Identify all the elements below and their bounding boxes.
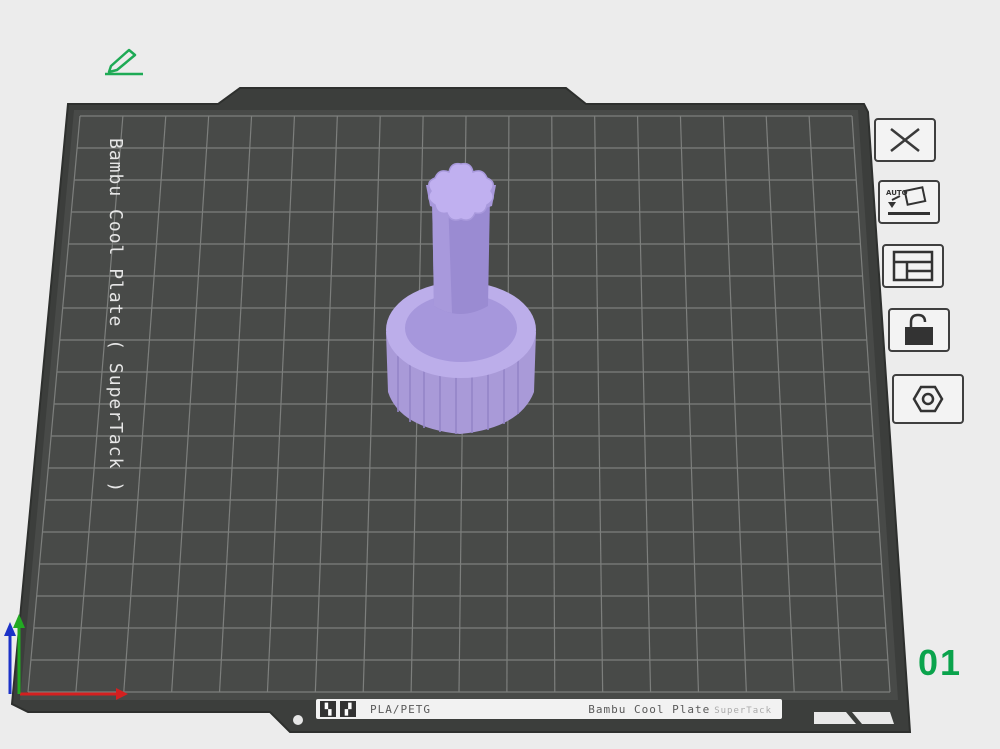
build-plate-scene[interactable] <box>0 0 1000 749</box>
edit-plate-name-icon[interactable] <box>103 44 145 76</box>
plate-number: 01 <box>918 642 963 683</box>
plate-settings-button[interactable] <box>892 374 964 424</box>
plate-name-vertical: Bambu Cool Plate ( SuperTack ) <box>105 138 126 494</box>
plate-type: Bambu Cool Plate SuperTack <box>588 703 772 716</box>
unlock-icon <box>905 313 933 345</box>
arrange-icon <box>892 250 934 282</box>
filament-type: PLA/PETG <box>370 702 431 716</box>
3d-viewport[interactable]: Bambu Cool Plate ( SuperTack ) AUTO 01 ▚… <box>0 0 1000 749</box>
plate-type-icon: ▚ <box>320 701 336 717</box>
plate-info-bar: ▚ ▞ PLA/PETG Bambu Cool Plate SuperTack <box>316 699 782 719</box>
auto-orient-icon: AUTO <box>886 186 930 215</box>
remove-plate-button[interactable] <box>874 118 936 162</box>
arrange-button[interactable] <box>882 244 944 288</box>
plate-type-name: Bambu Cool Plate <box>588 702 711 716</box>
filament-icon: ▞ <box>340 701 356 717</box>
plate-hole <box>293 715 303 725</box>
plate-settings-icon <box>912 385 944 413</box>
lock-plate-button[interactable] <box>888 308 950 352</box>
auto-orient-button[interactable]: AUTO <box>878 180 940 224</box>
plate-type-sub: SuperTack <box>714 705 772 716</box>
close-icon <box>890 128 920 152</box>
